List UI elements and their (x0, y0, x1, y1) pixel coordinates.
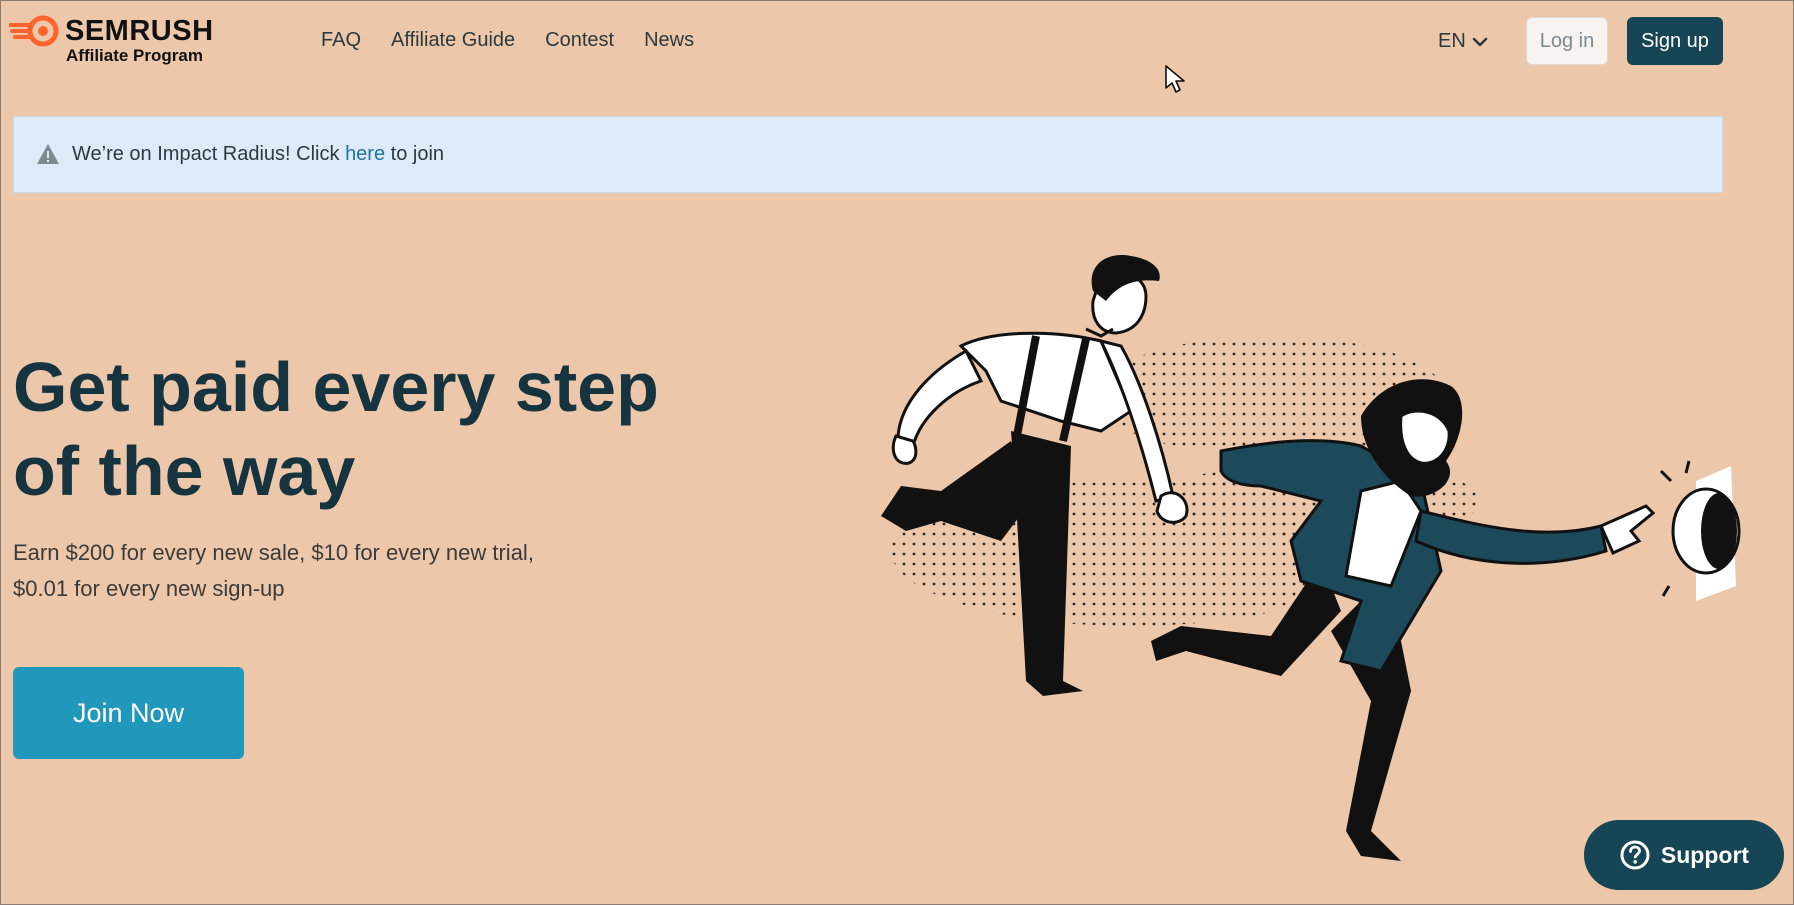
semrush-logo-icon (9, 15, 59, 47)
language-label: EN (1438, 30, 1466, 52)
signup-button[interactable]: Sign up (1627, 17, 1723, 65)
nav-news[interactable]: News (644, 29, 694, 52)
logo-wordmark: SEMRUSH (65, 15, 214, 47)
woman-figure (1151, 379, 1656, 861)
login-button[interactable]: Log in (1526, 17, 1608, 65)
semrush-logo[interactable]: SEMRUSH Affiliate Program (9, 13, 237, 69)
nav-contest[interactable]: Contest (545, 29, 614, 52)
banner-text-before: We’re on Impact Radius! Click (72, 143, 346, 165)
banner-here-link[interactable]: here (345, 143, 385, 165)
announcement-banner: We’re on Impact Radius! Click here to jo… (13, 116, 1723, 193)
button-illustration (1659, 460, 1741, 601)
warning-icon (37, 144, 59, 164)
support-label: Support (1660, 841, 1750, 868)
logo-subtitle: Affiliate Program (66, 46, 203, 65)
nav-affiliate-guide[interactable]: Affiliate Guide (391, 29, 515, 52)
main-nav: FAQ Affiliate Guide Contest News (321, 29, 694, 52)
page: SEMRUSH Affiliate Program FAQ Affiliate … (0, 0, 1794, 905)
hero-title: Get paid every step of the way (13, 348, 659, 510)
man-figure (881, 255, 1175, 696)
hero-subtitle: Earn $200 for every new sale, $10 for ev… (13, 535, 633, 607)
hero-illustration (881, 255, 1741, 861)
support-button[interactable]: Support (1584, 820, 1784, 890)
language-selector[interactable]: EN (1438, 30, 1488, 53)
banner-text: We’re on Impact Radius! Click here to jo… (72, 143, 444, 166)
nav-faq[interactable]: FAQ (321, 29, 361, 52)
mouse-cursor-icon (1165, 65, 1185, 93)
banner-text-after: to join (385, 143, 445, 165)
join-now-button[interactable]: Join Now (13, 667, 244, 759)
question-circle-icon (1620, 840, 1650, 870)
hero-subtitle-line-2: $0.01 for every new sign-up (13, 576, 285, 601)
hero-subtitle-line-1: Earn $200 for every new sale, $10 for ev… (13, 540, 534, 565)
chevron-down-icon (1472, 37, 1488, 46)
